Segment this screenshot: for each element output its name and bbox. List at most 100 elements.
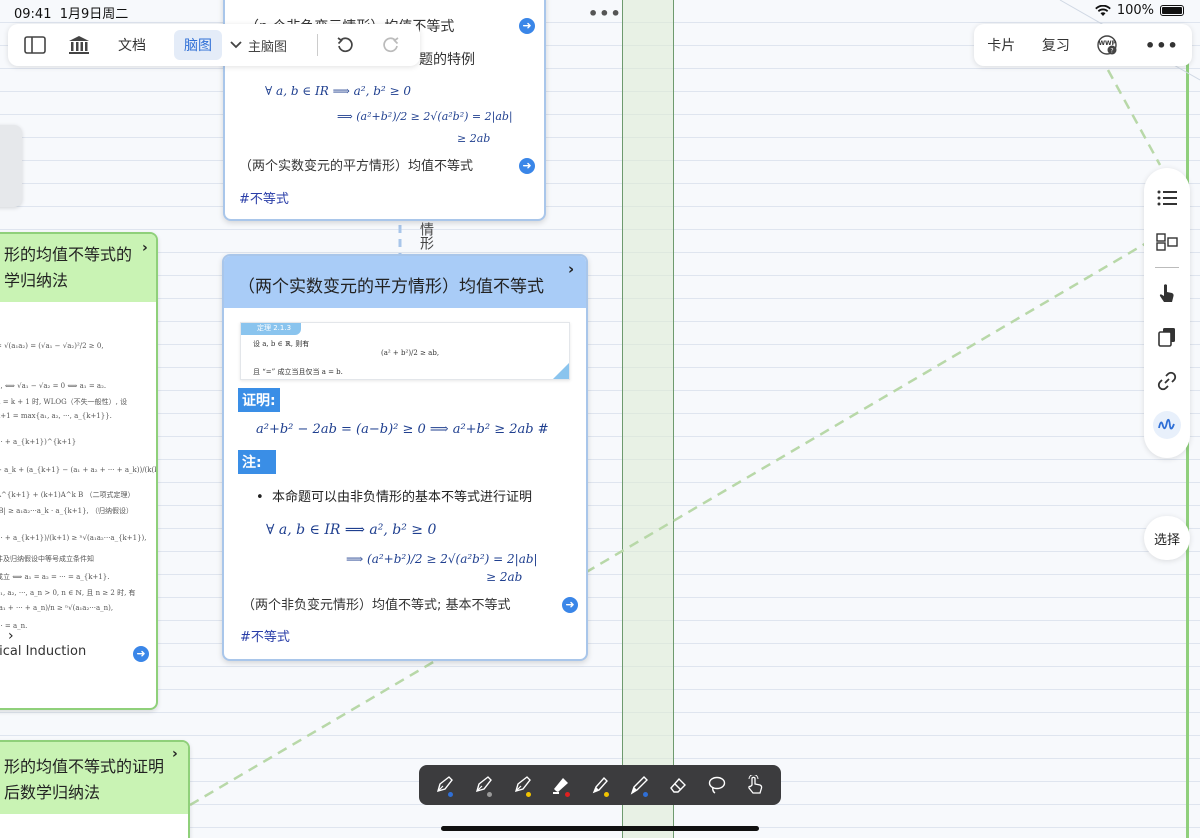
chevron-right-icon[interactable]: › xyxy=(172,746,178,762)
card-main[interactable]: （两个实数变元的平方情形）均值不等式 › 定理 2.1.3 设 a, b ∈ ℝ… xyxy=(222,254,588,661)
card-bottom-left-header: 形的均值不等式的证明 后数学归纳法 xyxy=(0,742,188,814)
card-top-link[interactable]: （两个实数变元的平方情形）均值不等式 xyxy=(239,155,473,174)
wwp-label: WWP xyxy=(1098,40,1117,47)
hand-pointer-icon[interactable] xyxy=(1144,271,1190,315)
chevron-right-icon[interactable]: › xyxy=(568,260,574,278)
note-bullet: • 本命题可以由非负情形的基本不等式进行证明 xyxy=(256,486,532,505)
theorem-formula: (a² + b²)/2 ≥ ab, xyxy=(381,349,440,357)
home-indicator[interactable] xyxy=(441,826,759,831)
card-bottom-left-title-2: 后数学归纳法 xyxy=(4,783,101,802)
card-top-formula-2: ⟹ (a²+b²)/2 ≥ 2√(a²b²) = 2|ab| xyxy=(337,110,513,123)
tab-document[interactable]: 文档 xyxy=(108,30,156,60)
bullet-dot: • xyxy=(256,490,272,505)
scan-line: 2, ⟺ √a₁ − √a₂ = 0 ⟺ a₁ = a₂. xyxy=(0,382,107,390)
more-options-icon[interactable]: ••• xyxy=(1145,36,1179,55)
card-left-header: 形的均值不等式的 学归纳法 xyxy=(0,234,156,302)
copy-icon[interactable] xyxy=(1144,315,1190,359)
dashed-connector-top xyxy=(1106,69,1162,166)
chevron-right-icon[interactable]: › xyxy=(142,240,148,256)
scan-line: = √(a₁a₂) = (√a₁ − √a₂)²/2 ≥ 0, xyxy=(0,342,104,350)
battery-percent: 100% xyxy=(1116,3,1154,18)
card-main-tag[interactable]: #不等式 xyxy=(240,626,290,645)
outline-list-icon[interactable] xyxy=(1144,176,1190,220)
card-left-title-2: 学归纳法 xyxy=(4,271,69,290)
library-icon[interactable] xyxy=(60,24,98,66)
review-button[interactable]: 复习 xyxy=(1042,35,1070,55)
proof-label: 证明: xyxy=(238,388,280,412)
eraser-icon[interactable] xyxy=(664,770,692,800)
card-mode-button[interactable]: 卡片 xyxy=(987,35,1015,55)
scan-line: 成立 ⟺ a₁ = a₂ = ··· = a_{k+1}. xyxy=(0,573,110,581)
toolbar-divider xyxy=(317,34,319,56)
scan-line: 件及归纳假设中等号成立条件知 xyxy=(0,555,94,563)
card-left-induction[interactable]: 形的均值不等式的 学归纳法 › = √(a₁a₂) = (√a₁ − √a₂)²… xyxy=(0,232,158,710)
touch-hand-icon[interactable] xyxy=(741,770,769,800)
layout-icon[interactable] xyxy=(1144,220,1190,264)
multitask-dots-icon[interactable]: ••• xyxy=(588,4,622,23)
sidebar-toggle-icon[interactable] xyxy=(16,24,54,66)
highlighter-icon[interactable] xyxy=(547,770,575,800)
note-bullet-text: 本命题可以由非负情形的基本不等式进行证明 xyxy=(271,490,532,505)
scan-line: + a_k + (a_{k+1} − (a₁ + a₂ + ··· + a_k)… xyxy=(0,466,158,474)
battery-icon xyxy=(1160,5,1184,16)
redo-icon[interactable] xyxy=(372,24,410,66)
pen-yellow-icon[interactable] xyxy=(508,770,536,800)
theorem-thumbnail: 定理 2.1.3 设 a, b ∈ ℝ, 则有 (a² + b²)/2 ≥ ab… xyxy=(240,322,570,380)
main-mindmap-selector[interactable]: 主脑图 xyxy=(222,36,295,55)
note-label: 注: xyxy=(238,450,276,474)
lasso-icon[interactable] xyxy=(703,770,731,800)
card-top-special-case: 题的特例 xyxy=(419,52,475,68)
top-toolbar-left: 文档 脑图 主脑图 xyxy=(8,24,420,66)
card-main-header: （两个实数变元的平方情形）均值不等式 xyxy=(224,256,586,308)
note-formula-1: ∀ a, b ∈ IR ⟹ a², b² ≥ 0 xyxy=(266,522,437,538)
card-left-link[interactable]: tical Induction xyxy=(0,644,86,659)
theorem-text-2: 且 “=” 成立当且仅当 a = b. xyxy=(253,368,343,376)
connector-label: 情形 xyxy=(418,222,434,250)
card-top-formula-1: ∀ a, b ∈ IR ⟹ a², b² ≥ 0 xyxy=(265,84,412,98)
scan-line: a₁, a₂, ···, a_n > 0, n ∈ ℕ, 且 n ≥ 2 时, … xyxy=(0,589,136,597)
card-main-go-icon[interactable]: ➜ xyxy=(562,597,578,613)
theorem-text-1: 设 a, b ∈ ℝ, 则有 xyxy=(253,340,310,348)
proof-formula: a²+b² − 2ab = (a−b)² ≥ 0 ⟹ a²+b² ≥ 2ab # xyxy=(256,422,549,437)
note-formula-2: ⟹ (a²+b²)/2 ≥ 2√(a²b²) = 2|ab| xyxy=(346,552,538,566)
card-main-title: （两个实数变元的平方情形）均值不等式 xyxy=(238,277,544,297)
tab-mindmap[interactable]: 脑图 xyxy=(174,30,222,60)
chevron-down-icon xyxy=(230,41,242,49)
scan-line: ··· + a_{k+1})^{k+1} xyxy=(0,438,77,446)
card-left-go-icon[interactable]: ➜ xyxy=(133,646,149,662)
wwp-icon[interactable]: ? WWP xyxy=(1096,34,1118,56)
scan-line: ··· = a_n. xyxy=(0,622,28,630)
svg-text:?: ? xyxy=(1111,48,1114,55)
theorem-tag: 定理 2.1.3 xyxy=(241,323,301,335)
status-time: 09:41 1月9日周二 xyxy=(14,7,129,22)
card-top-go-icon[interactable]: ➜ xyxy=(519,18,535,34)
card-left-title-1: 形的均值不等式的 xyxy=(4,245,133,264)
card-main-link[interactable]: （两个非负变元情形）均值不等式; 基本不等式 xyxy=(242,594,511,613)
undo-icon[interactable] xyxy=(326,24,364,66)
collapsed-node-tab[interactable] xyxy=(0,125,22,207)
thumbnail-corner xyxy=(553,363,569,379)
marker-icon[interactable] xyxy=(586,770,614,800)
scan-line: n = k + 1 时, WLOG（不失一般性）, 设 xyxy=(0,398,128,406)
side-palette xyxy=(1144,168,1190,458)
pencil-icon[interactable] xyxy=(625,770,653,800)
card-top-formula-3: ≥ 2ab xyxy=(457,132,491,145)
link-icon[interactable] xyxy=(1144,359,1190,403)
pen-gray-icon[interactable] xyxy=(469,770,497,800)
note-formula-3: ≥ 2ab xyxy=(486,570,523,584)
card-left-expand-icon[interactable]: › xyxy=(8,628,14,644)
card-top-link-go-icon[interactable]: ➜ xyxy=(519,158,535,174)
fountain-pen-icon[interactable] xyxy=(430,770,458,800)
palette-divider xyxy=(1155,267,1179,268)
main-mindmap-label: 主脑图 xyxy=(248,39,288,55)
select-button[interactable]: 选择 xyxy=(1144,516,1190,560)
scan-line: (a₁ + ··· + a_n)/n ≥ ⁿ√(a₁a₂···a_n), xyxy=(0,604,114,612)
card-bottom-left[interactable]: 形的均值不等式的证明 后数学归纳法 › xyxy=(0,740,190,838)
status-right: 100% xyxy=(1095,3,1184,18)
card-top-tag[interactable]: #不等式 xyxy=(239,188,289,207)
drawing-toolbar xyxy=(419,765,781,805)
top-toolbar-right: 卡片 复习 ? WWP ••• xyxy=(974,24,1192,66)
freehand-draw-icon[interactable] xyxy=(1144,403,1190,447)
scan-line: ··· + a_{k+1})/(k+1) ≥ ⁿ√(a₁a₂···a_{k+1}… xyxy=(0,534,147,542)
scan-line: |B| ≥ a₁a₂···a_k · a_{k+1}, （归纳假设） xyxy=(0,507,133,515)
